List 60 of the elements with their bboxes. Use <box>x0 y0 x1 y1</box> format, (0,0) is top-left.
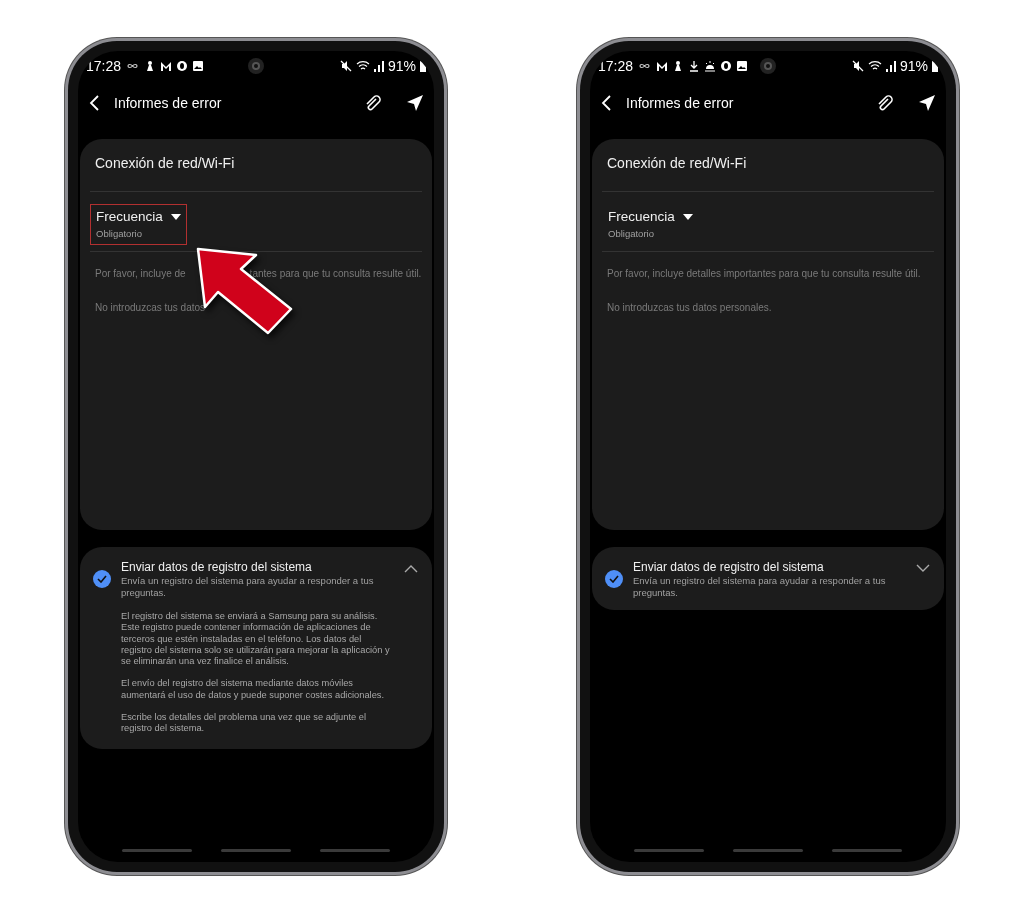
mute-icon <box>339 60 352 72</box>
screen-title: Informes de error <box>626 93 734 113</box>
option-detail: El envío del registro del sistema mediante datos móviles aumentará el uso de datos y puede suponer costes adicionales. <box>121 678 386 702</box>
wifi-icon <box>355 60 370 72</box>
screen-title: Informes de error <box>114 93 222 113</box>
nav-bar-line <box>221 849 291 852</box>
chevron-icon[interactable] <box>404 564 418 573</box>
battery-percent: 91% <box>899 56 928 76</box>
chevron-icon[interactable] <box>916 564 930 573</box>
mail-icon <box>160 60 173 72</box>
signal-icon <box>373 60 384 72</box>
back-icon[interactable] <box>88 94 102 112</box>
mail-icon <box>656 60 669 72</box>
sun-icon <box>704 60 717 72</box>
category-field[interactable]: Conexión de red/Wi-Fi <box>607 153 747 174</box>
category-field[interactable]: Conexión de red/Wi-Fi <box>95 153 235 174</box>
hint-text: tantes para que tu consulta resulte útil. <box>249 267 422 281</box>
back-icon[interactable] <box>600 94 614 112</box>
option-detail: Escribe los detalles del problema una vez que se adjunte el registro del sistema. <box>121 712 367 735</box>
dropdown-caret-icon <box>682 213 693 222</box>
signal-icon <box>885 60 896 72</box>
image-icon <box>192 60 205 72</box>
option-subtitle: Envía un registro del sistema para ayudar a responder a tus preguntas. <box>633 575 887 598</box>
send-icon[interactable] <box>918 94 936 112</box>
camera-icon <box>247 57 265 75</box>
nav-bar-line <box>634 849 705 852</box>
frequency-dropdown[interactable]: Frecuencia Obligatorio <box>90 204 187 245</box>
image-icon <box>736 60 749 72</box>
circle-icon <box>720 60 733 72</box>
send-icon[interactable] <box>406 94 424 112</box>
download-icon <box>688 60 701 72</box>
option-detail: El registro del sistema se enviará a Samsung para su análisis. Este registro puede contener información de aplicaciones de terceros que estén instaladas en el teléfono. Los datos del registro del sistema solo se utilizarán para mejorar la aplicación y se eliminarán una vez finalice el análisis. <box>121 611 391 668</box>
hint-text: No introduzcas tus datos personales. <box>607 301 772 315</box>
status-time: 17:28 <box>598 56 634 76</box>
status-time: 17:28 <box>86 56 122 76</box>
paperclip-icon[interactable] <box>876 94 894 112</box>
check-icon <box>97 575 107 583</box>
paperclip-icon[interactable] <box>364 94 382 112</box>
camera-icon <box>759 57 777 75</box>
nav-bar-line <box>122 849 193 852</box>
circle-icon <box>176 60 189 72</box>
nav-bar-line <box>319 849 390 852</box>
hint-text: Por favor, incluye de <box>95 267 186 281</box>
battery-icon <box>420 60 426 72</box>
wifi-icon <box>867 60 882 72</box>
dropdown-caret-icon <box>170 213 181 222</box>
option-title: Enviar datos de registro del sistema <box>633 560 825 575</box>
battery-icon <box>932 60 938 72</box>
frequency-dropdown[interactable]: Frecuencia Obligatorio <box>602 204 699 245</box>
check-icon <box>609 575 619 583</box>
mute-icon <box>851 60 864 72</box>
nav-bar-line <box>733 849 803 852</box>
checkbox[interactable] <box>93 570 111 588</box>
battery-percent: 91% <box>387 56 416 76</box>
option-title: Enviar datos de registro del sistema <box>121 560 313 575</box>
hint-text: Por favor, incluye detalles importantes para que tu consulta resulte útil. <box>607 267 921 281</box>
option-subtitle: Envía un registro del sistema para ayudar a responder a tus preguntas. <box>121 575 375 598</box>
nav-bar-line <box>831 849 902 852</box>
checkbox[interactable] <box>605 570 623 588</box>
hint-text: No introduzcas tus datos <box>95 301 206 315</box>
